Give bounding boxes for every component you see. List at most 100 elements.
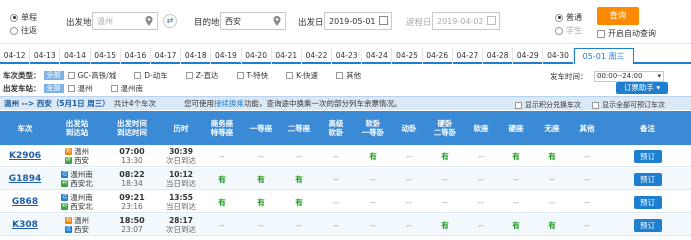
one-way-radio[interactable]: 单程 bbox=[10, 12, 37, 23]
train-type-option[interactable]: 其他 bbox=[335, 70, 361, 81]
date-tab[interactable]: 04-17 bbox=[151, 48, 182, 64]
date-tab[interactable]: 04-25 bbox=[392, 48, 423, 64]
date-tab[interactable]: 04-27 bbox=[453, 48, 483, 64]
seat-cell-hard-seat[interactable]: 有 bbox=[498, 145, 534, 167]
date-tab[interactable]: 04-15 bbox=[91, 48, 121, 64]
station-all-tag[interactable]: 全部 bbox=[43, 83, 64, 93]
seat-cell-second[interactable]: 有 bbox=[280, 191, 318, 213]
seat-cell-hard-seat[interactable]: 有 bbox=[498, 214, 534, 236]
option-label: Z-直达 bbox=[195, 70, 219, 80]
return-date-field[interactable]: 2019-04-02 bbox=[432, 12, 500, 30]
depart-label: 出发日 bbox=[298, 18, 324, 28]
seat-availability: 有 bbox=[441, 220, 449, 230]
date-tab[interactable]: 04-26 bbox=[423, 48, 453, 64]
station-cell: 过温州南终西安北 bbox=[50, 168, 104, 190]
station-option[interactable]: 温州 bbox=[67, 83, 93, 94]
seat-cell-second[interactable]: 有 bbox=[280, 168, 318, 190]
train-code-link[interactable]: K308 bbox=[12, 220, 38, 230]
train-type-option[interactable]: Z-直达 bbox=[185, 70, 219, 81]
date-tab[interactable]: 04-28 bbox=[483, 48, 514, 64]
train-code-link[interactable]: K2906 bbox=[9, 151, 41, 161]
from-field[interactable]: 温州 bbox=[92, 12, 158, 30]
book-button[interactable]: 预订 bbox=[633, 149, 662, 163]
column-header-moving-sleeper: 动卧 bbox=[401, 123, 417, 133]
date-tab[interactable]: 04-22 bbox=[302, 48, 333, 64]
date-tab[interactable]: 04-12 bbox=[0, 48, 31, 64]
round-trip-radio[interactable]: 往返 bbox=[10, 25, 37, 36]
date-tab[interactable]: 04-19 bbox=[211, 48, 242, 64]
date-tab[interactable]: 04-14 bbox=[60, 48, 91, 64]
remark-cell: 预订 bbox=[604, 168, 691, 190]
depart-time-select[interactable]: 00:00--24:00 ▾ bbox=[594, 71, 664, 82]
type-all-tag[interactable]: 全部 bbox=[43, 70, 64, 80]
show-points-checkbox[interactable]: 显示积分兑换车次 bbox=[515, 100, 581, 110]
column-header-hard-seat: 硬座 bbox=[508, 123, 524, 133]
station-name: 温州南 bbox=[70, 170, 93, 179]
station-name: 西安北 bbox=[70, 202, 93, 211]
seat-cell-moving-sleeper: -- bbox=[392, 145, 426, 167]
option-label: GC-高铁/城 bbox=[77, 70, 117, 80]
to-field[interactable]: 西安 bbox=[220, 12, 286, 30]
seat-availability: -- bbox=[406, 220, 412, 230]
date-tab[interactable]: 04-13 bbox=[30, 48, 61, 64]
query-button[interactable]: 查询 bbox=[597, 7, 639, 25]
seat-cell-first[interactable]: 有 bbox=[242, 191, 280, 213]
table-row: G1894 过温州南终西安北 08:22 18:34 10:12 当日到达有有有 -- -- -… bbox=[0, 168, 691, 190]
train-type-option[interactable]: GC-高铁/城 bbox=[67, 70, 117, 81]
seat-cell-soft-sleeper[interactable]: 有 bbox=[354, 145, 392, 167]
seat-cell-hard-sleeper[interactable]: 有 bbox=[426, 145, 464, 167]
auto-query-checkbox[interactable]: 开启自动查询 bbox=[597, 28, 656, 39]
seat-cell-moving-sleeper: -- bbox=[392, 191, 426, 213]
seat-cell-hard-sleeper: -- bbox=[426, 191, 464, 213]
train-code-link[interactable]: G868 bbox=[12, 197, 38, 207]
date-tab[interactable]: 04-16 bbox=[121, 48, 151, 64]
date-tab[interactable]: 04-30 bbox=[543, 48, 574, 64]
seat-cell-hard-seat: -- bbox=[498, 191, 534, 213]
seat-cell-no-seat[interactable]: 有 bbox=[534, 145, 570, 167]
train-type-option[interactable]: T-特快 bbox=[236, 70, 268, 81]
column-header-time: 出发时间 到达时间 bbox=[117, 119, 147, 137]
train-code-link[interactable]: G1894 bbox=[9, 174, 41, 184]
station-name: 温州 bbox=[74, 147, 89, 156]
seat-cell-no-seat[interactable]: 有 bbox=[534, 214, 570, 236]
seat-cell-soft-seat: -- bbox=[464, 168, 498, 190]
option-label: D-动车 bbox=[144, 70, 168, 80]
passenger-normal-radio[interactable]: 普通 bbox=[555, 12, 582, 23]
date-tab[interactable]: 04-20 bbox=[242, 48, 272, 64]
train-code-cell: G868 bbox=[0, 191, 50, 213]
swap-icon[interactable]: ⇄ bbox=[163, 14, 177, 28]
book-button[interactable]: 预订 bbox=[633, 195, 662, 209]
seat-cell-business[interactable]: 有 bbox=[202, 168, 242, 190]
book-button[interactable]: 预订 bbox=[633, 172, 662, 186]
column-header-duration: 历时 bbox=[173, 123, 189, 133]
date-tab[interactable]: 05-01 周三 bbox=[573, 48, 634, 64]
date-tab[interactable]: 04-29 bbox=[513, 48, 544, 64]
station-option[interactable]: 温州南 bbox=[110, 83, 143, 94]
transfer-link[interactable]: 接续换乘 bbox=[214, 98, 244, 109]
train-type-option[interactable]: K-快速 bbox=[286, 70, 318, 81]
date-tab[interactable]: 04-23 bbox=[332, 48, 363, 64]
seat-cell-first[interactable]: 有 bbox=[242, 168, 280, 190]
arrival-note: 当日到达 bbox=[166, 202, 196, 211]
to-station: 终西安北 bbox=[61, 202, 93, 211]
show-all-checkbox[interactable]: 显示全部可预订车次 bbox=[592, 100, 665, 110]
depart-date-field[interactable]: 2019-05-01 bbox=[324, 12, 392, 30]
seat-availability: 有 bbox=[218, 197, 226, 207]
date-tab[interactable]: 04-24 bbox=[362, 48, 393, 64]
booking-assistant-button[interactable]: 订票助手 ▾ bbox=[616, 82, 668, 94]
column-header-train: 车次 bbox=[17, 123, 33, 133]
departure-time: 18:50 bbox=[119, 216, 145, 225]
seat-availability: -- bbox=[219, 220, 225, 230]
station-type-badge: 终 bbox=[65, 157, 72, 164]
train-type-option[interactable]: D-动车 bbox=[134, 70, 168, 81]
book-button[interactable]: 预订 bbox=[633, 218, 662, 232]
column-header-soft-sleeper: 软卧 一等卧 bbox=[361, 119, 385, 137]
seat-cell-hard-sleeper[interactable]: 有 bbox=[426, 214, 464, 236]
passenger-student-radio[interactable]: 学生 bbox=[555, 25, 582, 36]
seat-cell-business[interactable]: 有 bbox=[202, 191, 242, 213]
time-cell: 18:50 23:07 bbox=[104, 214, 160, 236]
date-tab[interactable]: 04-18 bbox=[181, 48, 212, 64]
date-tab[interactable]: 04-21 bbox=[272, 48, 302, 64]
station-name: 温州 bbox=[74, 216, 89, 225]
seat-cell-soft-sleeper: -- bbox=[354, 214, 392, 236]
